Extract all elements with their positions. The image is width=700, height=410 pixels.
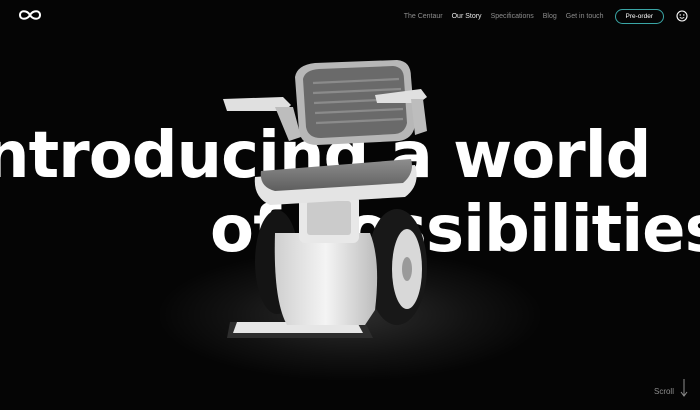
pre-order-button[interactable]: Pre-order [614, 8, 664, 24]
nav-link-blog[interactable]: Blog [543, 13, 557, 20]
centaur-wheelchair-image [223, 60, 427, 338]
nav-link-get-in-touch[interactable]: Get in touch [566, 13, 604, 20]
scroll-label[interactable]: Scroll [654, 387, 674, 396]
infinity-logo-icon[interactable] [16, 7, 44, 23]
arrow-down-icon[interactable] [680, 379, 688, 397]
main-navigation: The Centaur Our Story Specifications Blo… [404, 8, 688, 24]
nav-link-our-story[interactable]: Our Story [452, 13, 482, 20]
nav-link-the-centaur[interactable]: The Centaur [404, 13, 443, 20]
smiley-menu-icon[interactable] [676, 10, 688, 22]
nav-link-specifications[interactable]: Specifications [491, 13, 534, 20]
